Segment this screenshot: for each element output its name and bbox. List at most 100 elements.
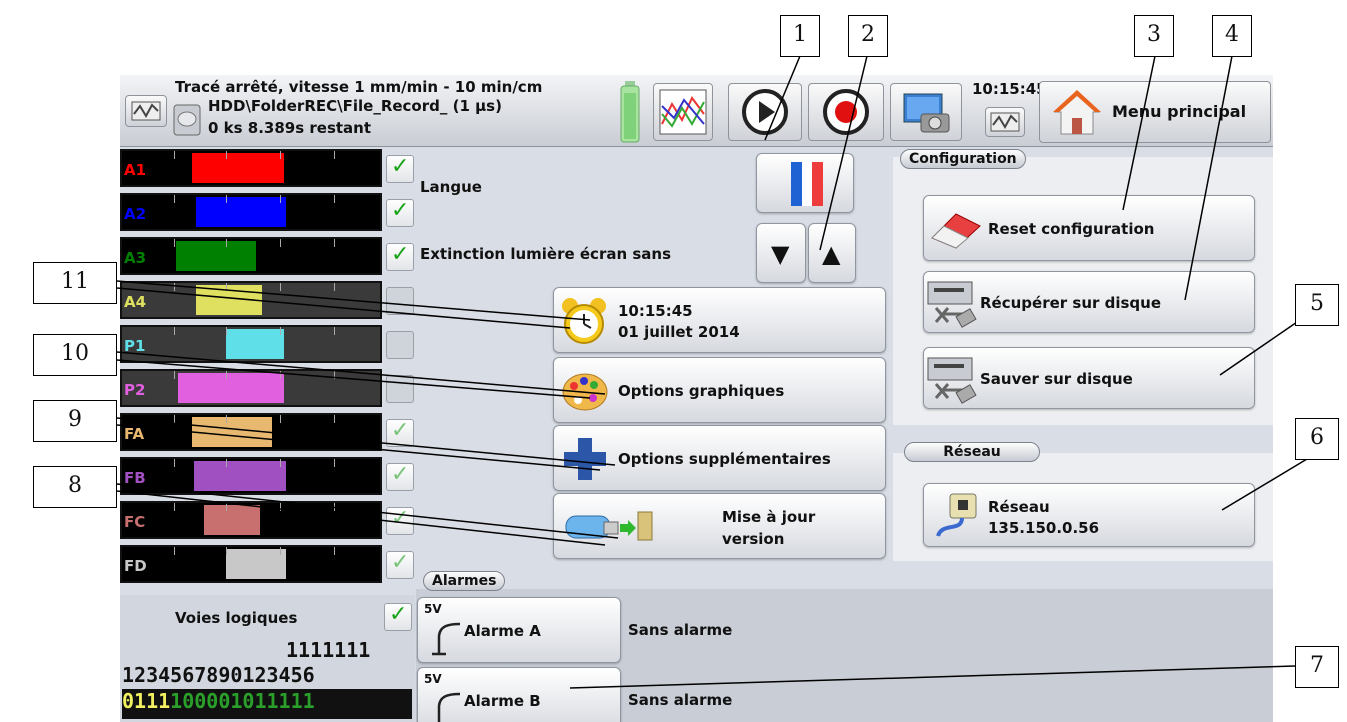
channel-label: FC: [124, 513, 146, 531]
network-address: 135.150.0.56: [988, 519, 1100, 537]
logic-bits-rest: 100001011111: [170, 689, 315, 713]
channel-tick: [174, 503, 175, 511]
update-firmware-button[interactable]: Mise à jour version: [553, 493, 886, 559]
recorder-screen: Tracé arrêté, vitesse 1 mm/min - 10 min/…: [120, 75, 1273, 722]
status-line-2: HDD\FolderREC\File_Record_ (1 µs): [208, 97, 502, 115]
alarms-title: Alarmes: [423, 571, 506, 591]
channel-a4-bar[interactable]: A4: [120, 281, 382, 319]
arrow-down-icon: ▼: [771, 240, 790, 268]
reset-configuration-button[interactable]: Reset configuration: [923, 195, 1255, 261]
extra-options-button[interactable]: Options supplémentaires: [553, 425, 886, 491]
alarm-a-button[interactable]: 5V Alarme A: [417, 597, 621, 663]
callout-8: 8: [33, 466, 117, 508]
arrow-up-button[interactable]: ▲: [808, 223, 856, 283]
alarm-a-status: Sans alarme: [628, 621, 733, 639]
channel-a1-bar[interactable]: A1: [120, 149, 382, 187]
screenshot-button[interactable]: [890, 83, 962, 141]
chart-view-button[interactable]: [653, 83, 713, 141]
trace-toggle-button[interactable]: [125, 95, 167, 127]
alarm-b-button[interactable]: 5V Alarme B: [417, 667, 621, 722]
alarm-b-status: Sans alarme: [628, 691, 733, 709]
channel-tick: [226, 239, 227, 247]
language-button[interactable]: [756, 153, 854, 213]
channel-color-swatch: [196, 285, 262, 315]
channel-label: P2: [124, 381, 146, 399]
channel-a2-bar[interactable]: A2: [120, 193, 382, 231]
channel-a1-checkbox[interactable]: ✓: [386, 154, 414, 183]
graphic-options-button[interactable]: Options graphiques: [553, 357, 886, 423]
channel-a2-checkbox[interactable]: ✓: [386, 198, 414, 227]
clock-trace-button[interactable]: [985, 107, 1025, 137]
play-button[interactable]: [728, 83, 802, 141]
record-button[interactable]: [808, 83, 884, 141]
channel-tick: [334, 195, 335, 203]
channel-tick: [280, 195, 281, 203]
logic-bits-row: 0111100001011111: [122, 689, 412, 719]
channel-color-swatch: [194, 461, 286, 491]
channel-p1-checkbox[interactable]: [386, 331, 414, 359]
channel-p1-bar[interactable]: P1: [120, 325, 382, 363]
step-signal-icon: [432, 622, 461, 656]
channel-tick: [226, 459, 227, 467]
save-to-disk-label: Sauver sur disque: [980, 370, 1133, 388]
channel-tick: [334, 151, 335, 159]
channel-tick: [334, 327, 335, 335]
channel-a3-checkbox[interactable]: ✓: [386, 242, 414, 271]
waveform-icon: [990, 112, 1020, 132]
update-label-line1: Mise à jour: [722, 508, 816, 526]
date-time-button[interactable]: 10:15:45 01 juillet 2014: [553, 287, 886, 353]
network-label: Réseau: [988, 498, 1050, 516]
channel-fd-bar[interactable]: FD: [120, 545, 382, 583]
channel-tick: [334, 239, 335, 247]
channel-color-swatch: [226, 329, 284, 359]
channel-color-swatch: [192, 417, 272, 447]
channel-a4-checkbox[interactable]: [386, 287, 414, 315]
channel-fb-bar[interactable]: FB: [120, 457, 382, 495]
graphic-options-label: Options graphiques: [618, 382, 785, 400]
channel-fd-checkbox[interactable]: ✓: [386, 550, 414, 579]
camera-icon: [903, 93, 950, 133]
channel-tick: [280, 151, 281, 159]
channel-label: P1: [124, 337, 146, 355]
network-button[interactable]: Réseau 135.150.0.56: [923, 483, 1255, 547]
channel-label: FD: [124, 557, 147, 575]
channel-fa-checkbox[interactable]: ✓: [386, 418, 414, 447]
channel-a3-bar[interactable]: A3: [120, 237, 382, 275]
logic-title: Voies logiques: [175, 609, 298, 627]
channel-tick: [174, 283, 175, 291]
channel-fc-bar[interactable]: FC: [120, 501, 382, 539]
logic-bits-active: 0111: [122, 689, 171, 713]
channel-tick: [174, 547, 175, 555]
channel-tick: [226, 547, 227, 555]
channel-fa-bar[interactable]: FA: [120, 413, 382, 451]
main-menu-button[interactable]: Menu principal: [1039, 81, 1271, 143]
channel-p2-checkbox[interactable]: [386, 375, 414, 403]
channel-tick: [226, 283, 227, 291]
battery-icon: [620, 81, 640, 143]
callout-1: 1: [780, 15, 820, 57]
top-status-bar: Tracé arrêté, vitesse 1 mm/min - 10 min/…: [120, 75, 1273, 147]
hdd-icon: [172, 99, 202, 139]
save-to-disk-button[interactable]: Sauver sur disque: [923, 347, 1255, 409]
channel-fb-checkbox[interactable]: ✓: [386, 462, 414, 491]
arrow-down-button[interactable]: ▼: [756, 223, 806, 283]
date-time-date: 01 juillet 2014: [618, 323, 740, 341]
palette-icon: [562, 373, 608, 411]
network-title: Réseau: [904, 442, 1040, 462]
channel-tick: [334, 283, 335, 291]
channel-tick: [226, 195, 227, 203]
callout-5: 5: [1295, 284, 1339, 326]
logic-checkbox[interactable]: ✓: [384, 602, 412, 631]
status-line-3: 0 ks 8.389s restant: [208, 119, 372, 137]
configuration-title: Configuration: [900, 149, 1026, 169]
channel-label: FB: [124, 469, 146, 487]
load-from-disk-button[interactable]: Récupérer sur disque: [923, 271, 1255, 333]
channel-tick: [174, 371, 175, 379]
waveform-icon: [131, 101, 161, 121]
channel-label: FA: [124, 425, 145, 443]
channel-tick: [226, 415, 227, 423]
channel-fc-checkbox[interactable]: ✓: [386, 506, 414, 535]
channel-tick: [226, 503, 227, 511]
channel-p2-bar[interactable]: P2: [120, 369, 382, 407]
channel-tick: [280, 283, 281, 291]
